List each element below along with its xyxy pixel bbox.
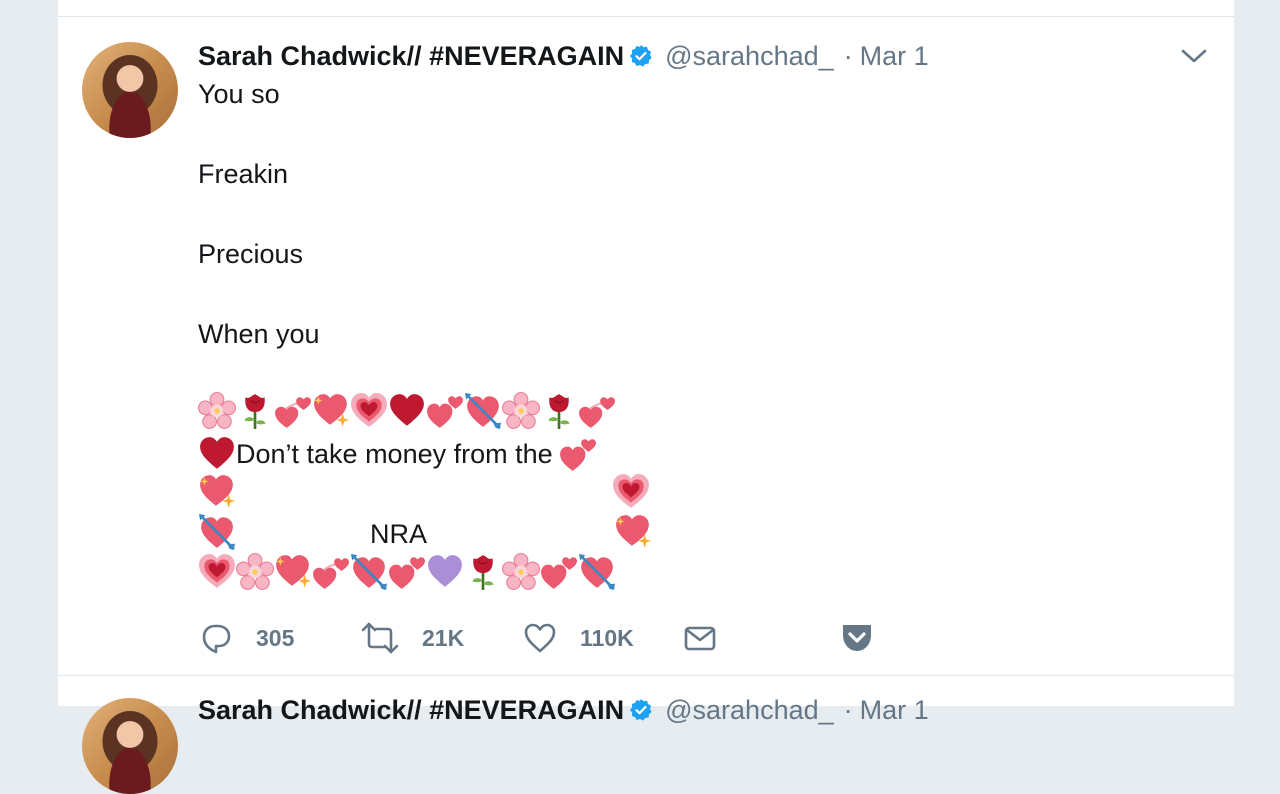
two-hearts-icon <box>540 553 578 591</box>
avatar[interactable] <box>82 698 178 794</box>
text-line: You so <box>198 79 280 109</box>
two-hearts-icon <box>559 435 597 473</box>
tweet-actions: 305 21K 110K <box>198 616 874 660</box>
growing-heart-icon <box>612 473 650 511</box>
retweet-icon <box>361 622 399 654</box>
like-button[interactable]: 110K <box>522 620 682 656</box>
heart-with-arrow-icon <box>578 553 616 591</box>
two-hearts-icon <box>426 392 464 430</box>
text-line: When you <box>198 319 320 349</box>
revolving-hearts-icon <box>312 553 350 591</box>
tweet-header: Sarah Chadwick// #NEVERAGAIN @sarahchad_… <box>198 692 929 728</box>
sparkling-heart-icon <box>274 553 312 591</box>
sparkling-heart-icon <box>198 473 236 511</box>
reply-count: 305 <box>256 624 295 651</box>
rose-icon <box>540 392 578 430</box>
heart-with-arrow-icon <box>198 513 236 551</box>
pocket-icon <box>843 625 871 651</box>
text-line: Don’t take money from the <box>236 439 553 469</box>
tweet-date[interactable]: Mar 1 <box>860 695 929 726</box>
pocket-button[interactable] <box>840 621 874 655</box>
avatar[interactable] <box>82 42 178 138</box>
growing-heart-icon <box>350 392 388 430</box>
tweet-header: Sarah Chadwick// #NEVERAGAIN @sarahchad_… <box>198 38 929 74</box>
rose-icon <box>236 392 274 430</box>
growing-heart-icon <box>198 553 236 591</box>
heart-with-arrow-icon <box>464 392 502 430</box>
sparkling-heart-icon <box>614 513 652 551</box>
heart-icon <box>524 623 556 653</box>
text-line: NRA <box>370 519 428 549</box>
sparkling-heart-icon <box>312 392 350 430</box>
separator: · <box>843 694 853 725</box>
divider <box>58 16 1234 17</box>
envelope-icon <box>684 626 716 651</box>
separator: · <box>843 40 853 71</box>
revolving-hearts-icon <box>578 392 616 430</box>
cherry-blossom-icon <box>236 553 274 591</box>
red-heart-icon <box>388 392 426 430</box>
timeline: Sarah Chadwick// #NEVERAGAIN @sarahchad_… <box>58 0 1234 794</box>
emoji-text-line: Don’t take money from the <box>198 434 597 474</box>
display-name[interactable]: Sarah Chadwick// #NEVERAGAIN <box>198 41 624 72</box>
rose-icon <box>464 553 502 591</box>
retweet-count: 21K <box>422 624 465 651</box>
cherry-blossom-icon <box>502 553 540 591</box>
emoji-row-bottom <box>198 553 616 591</box>
two-hearts-icon <box>274 392 312 430</box>
display-name[interactable]: Sarah Chadwick// #NEVERAGAIN <box>198 695 624 726</box>
text-line: Precious <box>198 239 304 269</box>
two-hearts-icon <box>388 553 426 591</box>
tweet-date[interactable]: Mar 1 <box>860 41 929 72</box>
username[interactable]: @sarahchad_ <box>665 41 834 72</box>
verified-badge-icon <box>629 698 653 722</box>
cherry-blossom-icon <box>502 392 540 430</box>
red-heart-icon <box>198 435 236 473</box>
emoji-row-top <box>198 392 616 430</box>
chevron-down-icon[interactable] <box>1180 44 1208 68</box>
text-line: Freakin <box>198 159 289 189</box>
purple-heart-icon <box>426 553 464 591</box>
reply-button[interactable]: 305 <box>198 620 360 656</box>
like-count: 110K <box>580 624 634 651</box>
direct-message-button[interactable] <box>682 620 840 656</box>
heart-with-arrow-icon <box>350 553 388 591</box>
reply-icon <box>202 624 231 654</box>
verified-badge-icon <box>629 44 653 68</box>
retweet-button[interactable]: 21K <box>360 620 522 656</box>
username[interactable]: @sarahchad_ <box>665 695 834 726</box>
divider <box>58 675 1234 676</box>
cherry-blossom-icon <box>198 392 236 430</box>
